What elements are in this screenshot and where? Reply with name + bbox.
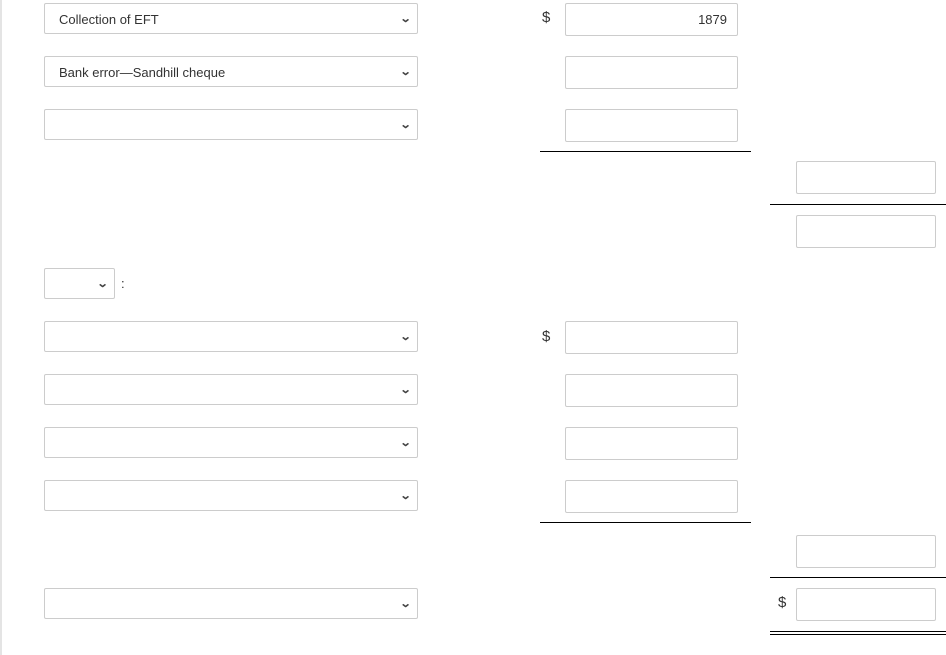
- subtotal-input-1[interactable]: [796, 161, 936, 194]
- amount-input-1[interactable]: 1879: [565, 3, 738, 36]
- double-underline-top: [770, 631, 946, 632]
- chevron-down-icon: ⌄: [399, 331, 412, 343]
- chevron-down-icon: ⌄: [399, 384, 412, 396]
- amount-input-4[interactable]: [565, 321, 738, 354]
- chevron-down-icon: ⌄: [399, 119, 412, 131]
- chevron-down-icon: ⌄: [399, 598, 412, 610]
- total-line: [770, 577, 946, 578]
- item-select-8[interactable]: ⌄: [44, 588, 418, 619]
- amount-input-7[interactable]: [565, 480, 738, 513]
- chevron-down-icon: ⌄: [399, 437, 412, 449]
- small-select[interactable]: ⌄: [44, 268, 115, 299]
- chevron-down-icon: ⌄: [96, 278, 109, 290]
- amount-input-6[interactable]: [565, 427, 738, 460]
- colon: :: [121, 276, 125, 291]
- dollar-sign: $: [542, 9, 551, 26]
- item-select-6[interactable]: ⌄: [44, 427, 418, 458]
- select-value: Bank error—Sandhill cheque: [59, 65, 226, 80]
- total-line: [770, 204, 946, 205]
- item-select-5[interactable]: ⌄: [44, 374, 418, 405]
- double-underline-bottom: [770, 634, 946, 635]
- chevron-down-icon: ⌄: [399, 13, 412, 25]
- subtotal-line: [540, 151, 751, 152]
- select-value: Collection of EFT: [59, 12, 159, 27]
- amount-input-5[interactable]: [565, 374, 738, 407]
- item-select-1[interactable]: Collection of EFT ⌄: [44, 3, 418, 34]
- amount-input-3[interactable]: [565, 109, 738, 142]
- final-total-input[interactable]: [796, 588, 936, 621]
- item-select-4[interactable]: ⌄: [44, 321, 418, 352]
- subtotal-input-2[interactable]: [796, 535, 936, 568]
- dollar-sign: $: [778, 594, 787, 611]
- dollar-sign: $: [542, 328, 551, 345]
- chevron-down-icon: ⌄: [399, 66, 412, 78]
- left-border: [0, 0, 2, 655]
- total-input-1[interactable]: [796, 215, 936, 248]
- item-select-2[interactable]: Bank error—Sandhill cheque ⌄: [44, 56, 418, 87]
- item-select-7[interactable]: ⌄: [44, 480, 418, 511]
- subtotal-line: [540, 522, 751, 523]
- item-select-3[interactable]: ⌄: [44, 109, 418, 140]
- chevron-down-icon: ⌄: [399, 490, 412, 502]
- amount-input-2[interactable]: [565, 56, 738, 89]
